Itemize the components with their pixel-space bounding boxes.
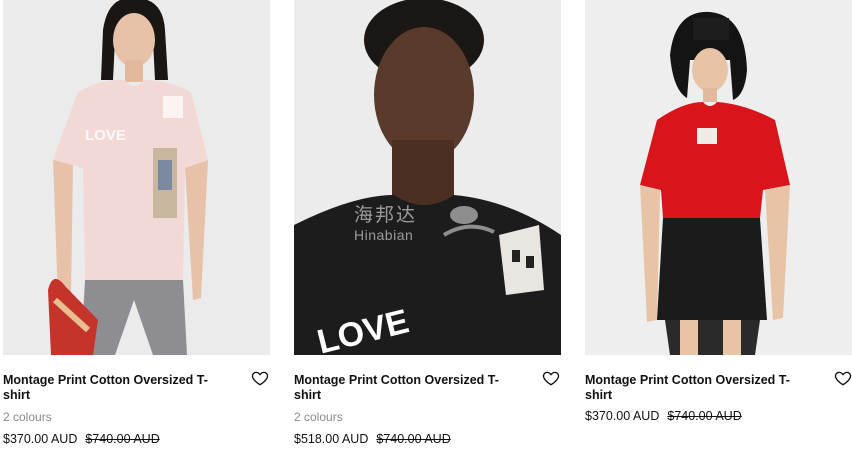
product-card-3[interactable]: Montage Print Cotton Oversized T-shirt $…: [585, 0, 852, 452]
heart-outline-icon[interactable]: [251, 369, 269, 387]
product-info: Montage Print Cotton Oversized T-shirt 2…: [3, 355, 270, 452]
sale-price: $518.00 AUD: [294, 432, 369, 446]
model-photo-red-tshirt: [585, 0, 852, 355]
product-image[interactable]: LOVE: [3, 0, 270, 355]
product-info: Montage Print Cotton Oversized T-shirt $…: [585, 355, 852, 452]
shirt-print-text: LOVE: [85, 127, 126, 144]
product-info: Montage Print Cotton Oversized T-shirt 2…: [294, 355, 561, 452]
heart-outline-icon[interactable]: [834, 369, 852, 387]
colour-count: 2 colours: [3, 410, 52, 424]
original-price: $740.00 AUD: [667, 409, 742, 423]
product-image[interactable]: [585, 0, 852, 355]
colour-count: 2 colours: [294, 410, 343, 424]
sale-price: $370.00 AUD: [3, 432, 78, 446]
original-price: $740.00 AUD: [376, 432, 451, 446]
sale-price: $370.00 AUD: [585, 409, 660, 423]
product-title[interactable]: Montage Print Cotton Oversized T-shirt: [3, 373, 218, 403]
price-row: $518.00 AUD $740.00 AUD: [294, 432, 451, 446]
product-title[interactable]: Montage Print Cotton Oversized T-shirt: [585, 373, 800, 403]
product-image[interactable]: LOVE 海邦达 Hinabian: [294, 0, 561, 355]
heart-outline-icon[interactable]: [542, 369, 560, 387]
model-photo-pink-tshirt: LOVE: [3, 0, 270, 355]
product-title[interactable]: Montage Print Cotton Oversized T-shirt: [294, 373, 509, 403]
watermark-cn: 海邦达: [354, 205, 418, 226]
product-card-2[interactable]: LOVE 海邦达 Hinabian Montage Print Cotton O…: [294, 0, 561, 452]
original-price: $740.00 AUD: [85, 432, 160, 446]
watermark-en: Hinabian: [354, 227, 414, 243]
watermark: 海邦达 Hinabian: [354, 200, 417, 243]
price-row: $370.00 AUD $740.00 AUD: [3, 432, 160, 446]
price-row: $370.00 AUD $740.00 AUD: [585, 409, 742, 423]
model-photo-black-tshirt: LOVE: [294, 0, 561, 355]
product-card-1[interactable]: LOVE Montage Print Cotton Oversized T-sh…: [3, 0, 270, 452]
